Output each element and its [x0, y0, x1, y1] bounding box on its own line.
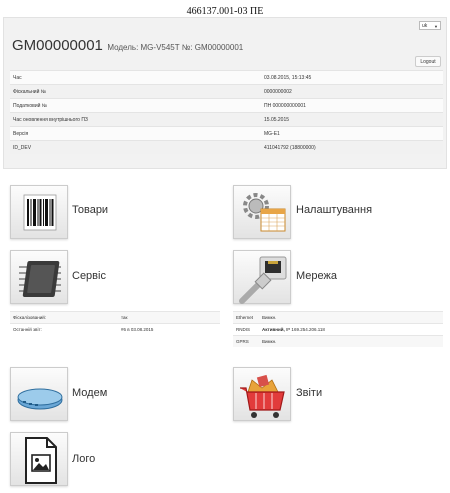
- row-value: 15.05.2015: [261, 112, 443, 127]
- status-label: RNDIS: [233, 323, 259, 336]
- row-label: ID_DEV: [10, 140, 261, 154]
- device-model: Модель: MG-V545T №: GM00000001: [107, 43, 244, 52]
- table-row: Фіскалізований: так: [10, 311, 220, 324]
- row-label: Час: [10, 70, 261, 85]
- logo-tile-label[interactable]: Лого: [72, 453, 95, 465]
- status-label: Останній звіт:: [10, 323, 118, 335]
- reports-tile-label[interactable]: Звіти: [296, 387, 322, 399]
- logout-button[interactable]: Logout: [415, 56, 441, 67]
- status-label: Фіскалізований:: [10, 311, 118, 324]
- settings-tile-label[interactable]: Налаштування: [296, 204, 372, 216]
- goods-tile-button[interactable]: [10, 185, 68, 239]
- device-info-table: Час 03.08.2015, 15:13:45 Фіскальний № 0000…: [10, 70, 443, 154]
- shopping-cart-icon: [240, 374, 285, 418]
- network-status-table: Ethernet Вимкн. RNDIS Активний, IP 169.25…: [233, 311, 443, 347]
- network-plug-icon: [239, 256, 287, 304]
- status-value: Вимкн.: [259, 335, 443, 347]
- modem-tile-button[interactable]: [10, 367, 68, 421]
- row-label: Версія: [10, 126, 261, 141]
- table-row: GPRS Вимкн.: [233, 335, 443, 347]
- service-tile-button[interactable]: [10, 250, 68, 304]
- service-status-table: Фіскалізований: так Останній звіт: #6 в 03…: [10, 311, 220, 335]
- settings-gear-icon: [243, 193, 286, 232]
- table-row: ID_DEV 411041792 (18800000): [10, 140, 443, 154]
- row-value: MG-E1: [261, 126, 443, 141]
- row-label: Час оновлення внутрішнього ПЗ: [10, 112, 261, 127]
- status-value: Вимкн.: [259, 311, 443, 324]
- document-title: 466137.001-03 ПЕ: [186, 6, 264, 17]
- modem-tile-label[interactable]: Модем: [72, 387, 107, 399]
- status-value: Активний, IP 169.254.206.118: [259, 323, 443, 336]
- modem-icon: [17, 388, 63, 410]
- chevron-down-icon: ▼: [434, 24, 438, 29]
- chip-icon: [19, 261, 61, 297]
- status-value: так: [118, 311, 220, 324]
- image-file-icon: [25, 437, 57, 484]
- row-label: Фіскальний №: [10, 84, 261, 99]
- row-value: 03.08.2015, 15:13:45: [261, 70, 443, 85]
- status-label: GPRS: [233, 335, 259, 347]
- row-value: ПН 000000000001: [261, 98, 443, 113]
- table-row: RNDIS Активний, IP 169.254.206.118: [233, 323, 443, 336]
- language-select[interactable]: uk ▼: [419, 21, 441, 30]
- row-label: Податковий №: [10, 98, 261, 113]
- status-label: Ethernet: [233, 311, 259, 324]
- logo-tile-button[interactable]: [10, 432, 68, 486]
- settings-tile-button[interactable]: [233, 185, 291, 239]
- table-row: Час оновлення внутрішнього ПЗ 15.05.2015: [10, 112, 443, 127]
- status-value-text: IP 169.254.206.118: [286, 327, 325, 332]
- table-row: Останній звіт: #6 в 03.08.2015: [10, 323, 220, 335]
- network-tile-button[interactable]: [233, 250, 291, 304]
- network-tile-label[interactable]: Мережа: [296, 270, 337, 282]
- device-id: GM00000001: [12, 37, 103, 54]
- device-info-panel: uk ▼ GM00000001 Модель: MG-V545T №: GM00…: [3, 17, 447, 169]
- table-row: Фіскальний № 0000000002: [10, 84, 443, 99]
- page-title: GM00000001 Модель: MG-V545T №: GM0000000…: [12, 37, 243, 55]
- barcode-icon: [23, 194, 57, 231]
- table-row: Ethernet Вимкн.: [233, 311, 443, 324]
- reports-tile-button[interactable]: [233, 367, 291, 421]
- row-value: 0000000002: [261, 84, 443, 99]
- status-value-text: Вимкн.: [262, 315, 277, 320]
- status-value-bold: Активний,: [262, 327, 285, 332]
- status-value: #6 в 03.08.2015: [118, 323, 220, 335]
- status-value-text: Вимкн.: [262, 339, 277, 344]
- language-value: uk: [422, 23, 428, 29]
- table-row: Податковий № ПН 000000000001: [10, 98, 443, 113]
- table-row: Час 03.08.2015, 15:13:45: [10, 70, 443, 85]
- service-tile-label[interactable]: Сервіс: [72, 270, 106, 282]
- table-row: Версія MG-E1: [10, 126, 443, 141]
- row-value: 411041792 (18800000): [261, 140, 443, 154]
- goods-tile-label[interactable]: Товари: [72, 204, 108, 216]
